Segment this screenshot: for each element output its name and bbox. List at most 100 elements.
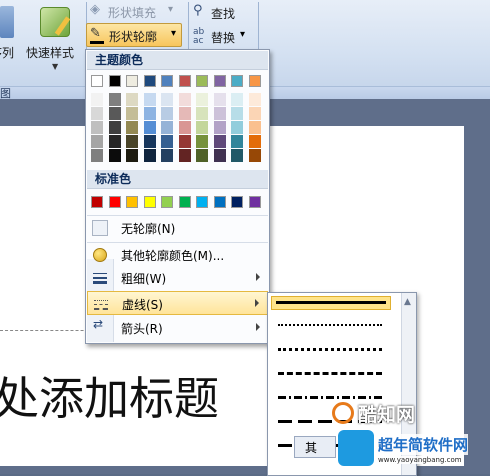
shape-outline-button[interactable]: ✎ 形状轮廓 ▾	[86, 23, 182, 47]
find-label: 查找	[211, 7, 236, 21]
quick-styles-label: 快速样式	[26, 46, 75, 60]
theme-shade-swatch[interactable]	[143, 93, 156, 106]
theme-color-swatch[interactable]	[196, 75, 208, 87]
theme-shade-swatch[interactable]	[248, 107, 261, 120]
theme-shade-swatch[interactable]	[91, 93, 103, 106]
theme-color-swatch[interactable]	[213, 75, 226, 87]
theme-shade-swatch[interactable]	[108, 93, 121, 106]
theme-colors-header: 主题颜色	[87, 51, 268, 70]
theme-shade-swatch[interactable]	[108, 149, 121, 162]
theme-shade-swatch[interactable]	[196, 107, 208, 120]
theme-shade-swatch[interactable]	[178, 135, 191, 148]
standard-color-swatch[interactable]	[178, 196, 191, 208]
standard-color-swatch[interactable]	[196, 196, 208, 208]
standard-color-swatch[interactable]	[143, 196, 156, 208]
theme-shade-swatch[interactable]	[248, 135, 261, 148]
theme-shade-swatch[interactable]	[213, 135, 226, 148]
theme-shade-swatch[interactable]	[196, 149, 208, 162]
theme-shade-swatch[interactable]	[231, 107, 243, 120]
quick-styles-button[interactable]: 快速样式 ▼	[26, 2, 84, 82]
theme-shade-swatch[interactable]	[196, 135, 208, 148]
theme-shade-swatch[interactable]	[143, 107, 156, 120]
theme-shade-swatch[interactable]	[143, 121, 156, 134]
theme-shade-swatch[interactable]	[213, 93, 226, 106]
watermark-logo-icon	[332, 402, 354, 424]
more-outline-colors-item[interactable]: 其他轮廓颜色(M)...	[87, 242, 268, 266]
theme-shade-swatch[interactable]	[126, 135, 138, 148]
theme-shade-swatch[interactable]	[126, 93, 138, 106]
theme-shade-swatch[interactable]	[213, 121, 226, 134]
theme-shade-swatch[interactable]	[178, 149, 191, 162]
theme-shade-swatch[interactable]	[196, 93, 208, 106]
standard-color-swatch[interactable]	[231, 196, 243, 208]
theme-shade-swatch[interactable]	[161, 107, 173, 120]
theme-shade-swatch[interactable]	[231, 121, 243, 134]
theme-color-swatch[interactable]	[126, 75, 138, 87]
theme-shade-swatch[interactable]	[91, 107, 103, 120]
theme-shade-swatch[interactable]	[91, 149, 103, 162]
shape-fill-button[interactable]: ◈ 形状填充 ▾	[88, 2, 180, 22]
theme-shade-swatch[interactable]	[108, 107, 121, 120]
theme-shade-swatch[interactable]	[178, 93, 191, 106]
theme-shade-swatch[interactable]	[231, 93, 243, 106]
arrange-icon	[0, 6, 14, 38]
line-weight-icon	[93, 271, 107, 285]
theme-color-swatch[interactable]	[143, 75, 156, 87]
dash-style-option-dash[interactable]	[274, 368, 386, 380]
theme-color-swatch[interactable]	[108, 75, 121, 87]
chevron-down-icon: ▼	[52, 62, 59, 71]
theme-color-swatch[interactable]	[248, 75, 261, 87]
standard-color-swatch[interactable]	[91, 196, 103, 208]
dash-style-option-round-dot[interactable]	[274, 320, 386, 332]
theme-shade-swatch[interactable]	[178, 107, 191, 120]
theme-shade-swatch[interactable]	[91, 135, 103, 148]
standard-color-swatch[interactable]	[126, 196, 138, 208]
theme-shade-swatch[interactable]	[248, 149, 261, 162]
standard-color-swatch[interactable]	[108, 196, 121, 208]
dash-style-option-square-dot[interactable]	[274, 344, 386, 356]
theme-shade-swatch[interactable]	[108, 121, 121, 134]
no-outline-label: 无轮廓(N)	[121, 222, 176, 236]
theme-color-swatch[interactable]	[161, 75, 173, 87]
theme-shade-swatch[interactable]	[126, 149, 138, 162]
theme-color-swatch[interactable]	[178, 75, 191, 87]
replace-icon: ab ac	[193, 27, 205, 46]
scroll-up-icon[interactable]: ▲	[404, 297, 411, 307]
theme-shade-swatch[interactable]	[108, 135, 121, 148]
find-button[interactable]: ⚲ 查找	[193, 3, 253, 23]
theme-color-swatch[interactable]	[91, 75, 103, 87]
bottom-tab-label: 其	[305, 441, 318, 455]
dash-style-option-solid[interactable]	[271, 296, 391, 310]
theme-shade-swatch[interactable]	[161, 135, 173, 148]
dash-type-item[interactable]: 虚线(S)	[87, 291, 268, 315]
theme-shade-swatch[interactable]	[248, 121, 261, 134]
theme-color-swatch[interactable]	[231, 75, 243, 87]
theme-shade-swatch[interactable]	[231, 135, 243, 148]
arrange-button-label[interactable]: 序列	[0, 44, 14, 61]
theme-shade-swatch[interactable]	[161, 149, 173, 162]
theme-shade-swatch[interactable]	[196, 121, 208, 134]
slide-title-placeholder[interactable]: 处添加标题	[0, 362, 219, 427]
no-outline-item[interactable]: 无轮廓(N)	[87, 215, 268, 241]
replace-button[interactable]: ab ac 替换 ▾	[193, 27, 253, 47]
standard-color-swatch[interactable]	[248, 196, 261, 208]
theme-shade-swatch[interactable]	[143, 149, 156, 162]
theme-shade-swatch[interactable]	[126, 121, 138, 134]
chevron-down-icon: ▾	[168, 4, 174, 15]
arrows-item[interactable]: ⇄ 箭头(R)	[87, 316, 268, 340]
line-weight-item[interactable]: 粗细(W)	[87, 266, 268, 290]
arrows-label: 箭头(R)	[121, 322, 163, 336]
theme-shade-swatch[interactable]	[143, 135, 156, 148]
dash-icon	[94, 297, 108, 311]
theme-shade-swatch[interactable]	[161, 121, 173, 134]
standard-color-swatch[interactable]	[213, 196, 226, 208]
standard-color-swatch[interactable]	[161, 196, 173, 208]
theme-shade-swatch[interactable]	[213, 107, 226, 120]
theme-shade-swatch[interactable]	[178, 121, 191, 134]
theme-shade-swatch[interactable]	[161, 93, 173, 106]
theme-shade-swatch[interactable]	[126, 107, 138, 120]
theme-shade-swatch[interactable]	[213, 149, 226, 162]
theme-shade-swatch[interactable]	[91, 121, 103, 134]
theme-shade-swatch[interactable]	[248, 93, 261, 106]
theme-shade-swatch[interactable]	[231, 149, 243, 162]
